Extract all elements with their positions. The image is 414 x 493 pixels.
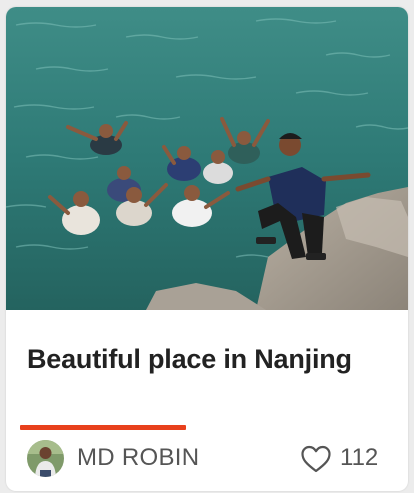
like-count: 112: [340, 444, 379, 471]
post-photo[interactable]: [6, 7, 408, 310]
author-name[interactable]: MD ROBIN: [77, 444, 199, 472]
post-card[interactable]: Beautiful place in Nanjing MD ROBIN 112: [6, 7, 408, 491]
heart-outline-icon[interactable]: [300, 444, 332, 474]
author-avatar[interactable]: [27, 440, 64, 477]
title-accent-underline: [20, 425, 186, 430]
post-title[interactable]: Beautiful place in Nanjing: [27, 335, 387, 383]
